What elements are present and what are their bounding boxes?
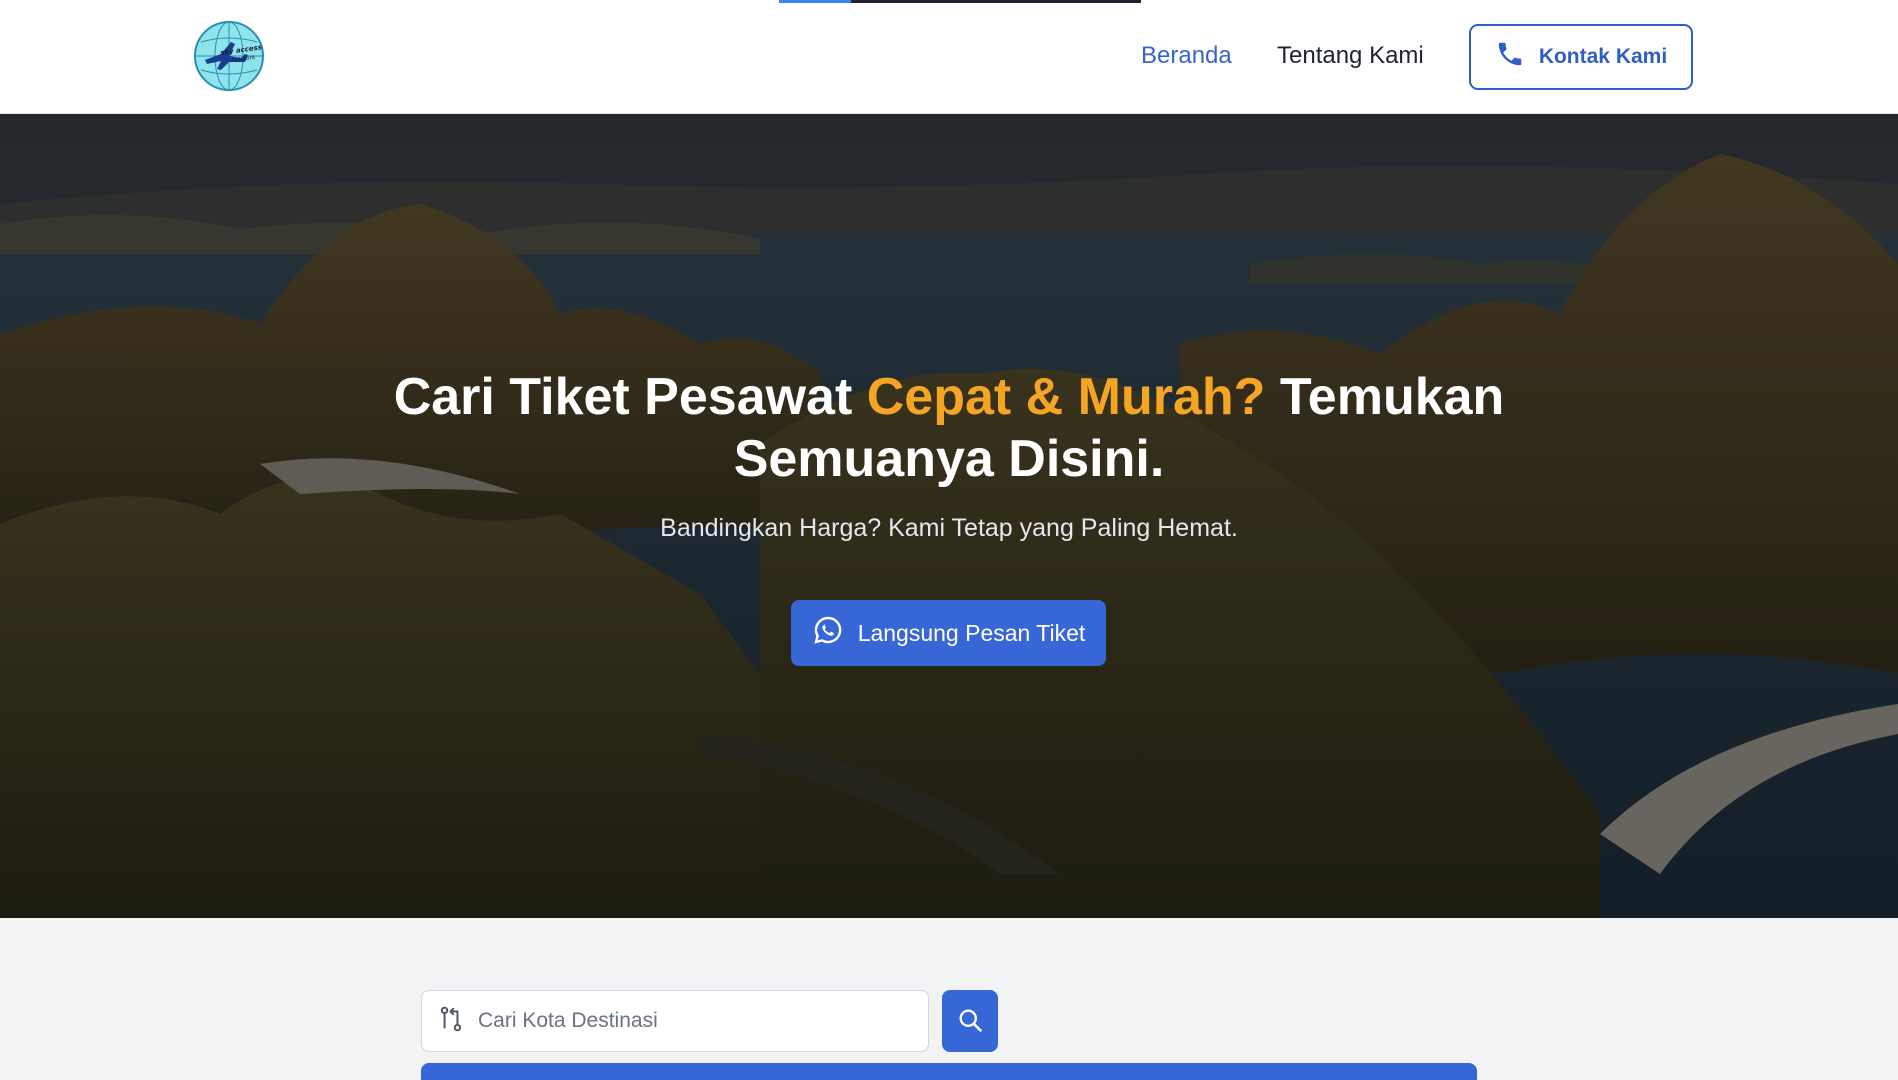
destination-search-field[interactable]: [421, 990, 929, 1052]
hero-title-part1: Cari Tiket Pesawat: [393, 368, 867, 426]
search-button[interactable]: [942, 990, 998, 1052]
site-header: sky access network Beranda Tentang Kami …: [0, 0, 1898, 114]
contact-button[interactable]: Kontak Kami: [1469, 24, 1693, 90]
contact-button-label: Kontak Kami: [1538, 45, 1668, 68]
progress-fill: [779, 0, 852, 3]
book-ticket-button-label: Langsung Pesan Tiket: [857, 619, 1086, 646]
page: sky access network Beranda Tentang Kami …: [0, 0, 1898, 1080]
phone-icon: [1495, 39, 1525, 75]
globe-plane-logo: sky access network: [194, 21, 264, 91]
book-ticket-button[interactable]: Langsung Pesan Tiket: [791, 600, 1106, 666]
whatsapp-icon: [812, 614, 844, 652]
destination-search-input[interactable]: [478, 1009, 878, 1033]
hero-title: Cari Tiket Pesawat Cepat & Murah? Temuka…: [0, 366, 1898, 490]
nav-link-tentang-kami[interactable]: Tentang Kami: [1277, 42, 1424, 70]
page-load-progress: [779, 0, 1141, 3]
site-logo[interactable]: sky access network: [191, 20, 265, 92]
route-icon: [438, 1005, 464, 1038]
hero-section: Cari Tiket Pesawat Cepat & Murah? Temuka…: [0, 114, 1898, 918]
search-icon: [956, 1006, 984, 1037]
nav-link-beranda[interactable]: Beranda: [1141, 42, 1232, 70]
hero-subtitle: Bandingkan Harga? Kami Tetap yang Paling…: [660, 514, 1238, 542]
results-panel-header: [421, 1063, 1477, 1080]
hero-title-accent: Cepat & Murah?: [866, 368, 1266, 426]
